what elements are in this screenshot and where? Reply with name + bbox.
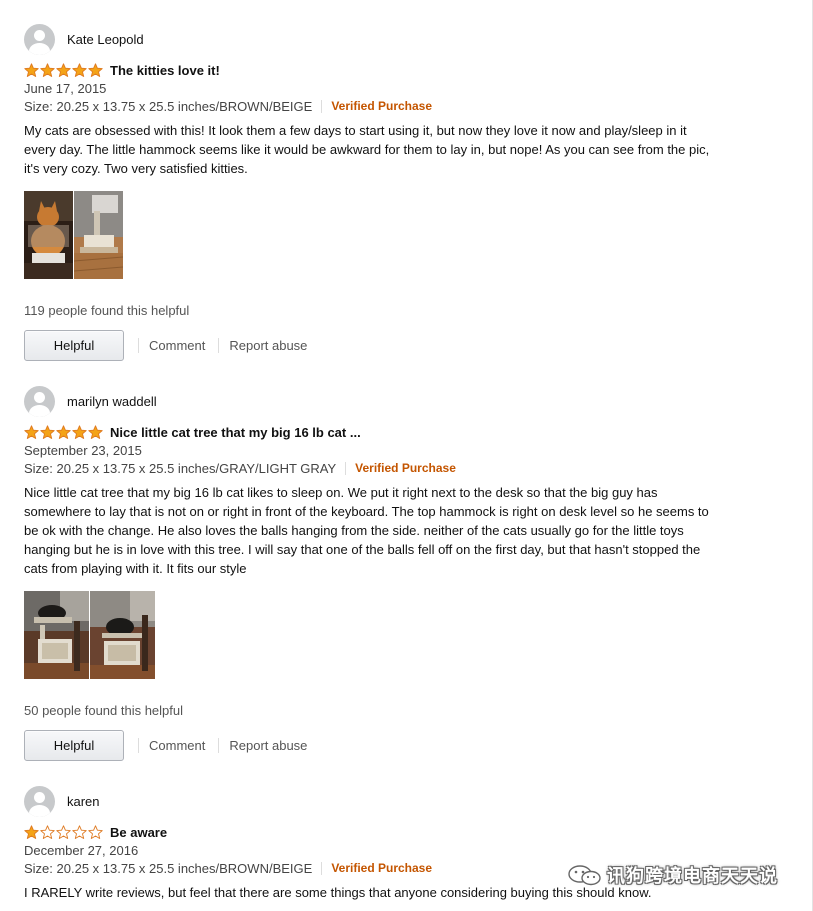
star-full-icon	[88, 62, 103, 78]
review-1: Kate Leopold The kitties love it! June 1…	[24, 23, 714, 361]
profile-name[interactable]: Kate Leopold	[67, 32, 144, 47]
review-photo-thumbnail[interactable]	[90, 591, 155, 679]
report-abuse-link[interactable]: Report abuse	[229, 738, 307, 753]
divider	[321, 862, 323, 875]
divider	[345, 462, 347, 475]
watermark-text: 讯狗跨境电商天天说	[607, 866, 778, 887]
star-rating	[24, 62, 103, 78]
star-empty-icon	[88, 824, 103, 840]
star-empty-icon	[72, 824, 87, 840]
star-empty-icon	[56, 824, 71, 840]
helpful-button[interactable]: Helpful	[24, 330, 124, 361]
star-full-icon	[40, 424, 55, 440]
comment-link[interactable]: Comment	[149, 338, 205, 353]
avatar-icon	[24, 785, 55, 817]
helpful-count: 50 people found this helpful	[24, 703, 184, 718]
review-title[interactable]: Nice little cat tree that my big 16 lb c…	[110, 425, 361, 440]
avatar-icon	[24, 23, 55, 55]
review-profile[interactable]: Kate Leopold	[24, 23, 714, 55]
helpful-count: 119 people found this helpful	[24, 303, 190, 318]
review-profile[interactable]: marilyn waddell	[24, 385, 714, 417]
verified-purchase-badge: Verified Purchase	[331, 99, 433, 113]
star-full-icon	[40, 62, 55, 78]
review-title[interactable]: Be aware	[110, 825, 167, 840]
wechat-icon	[566, 863, 606, 887]
star-empty-icon	[40, 824, 55, 840]
review-body: Nice little cat tree that my big 16 lb c…	[24, 485, 709, 576]
star-rating	[24, 824, 103, 840]
divider	[138, 338, 139, 353]
star-full-icon	[24, 424, 39, 440]
review-date: December 27, 2016	[24, 843, 139, 858]
star-full-icon	[56, 62, 71, 78]
star-full-icon	[72, 62, 87, 78]
review-photo-thumbnail[interactable]	[24, 591, 89, 679]
size-label[interactable]: Size: 20.25 x 13.75 x 25.5 inches/GRAY/L…	[24, 459, 336, 478]
report-abuse-link[interactable]: Report abuse	[229, 338, 307, 353]
verified-purchase-badge: Verified Purchase	[355, 461, 456, 475]
star-full-icon	[56, 424, 71, 440]
review-date: September 23, 2015	[24, 443, 142, 458]
review-date: June 17, 2015	[24, 81, 107, 96]
divider	[218, 338, 220, 353]
star-full-icon	[24, 824, 39, 840]
watermark: 讯狗跨境电商天天说	[566, 862, 778, 888]
avatar-icon	[24, 385, 55, 417]
review-photo-thumbnail[interactable]	[74, 191, 123, 279]
profile-name[interactable]: marilyn waddell	[67, 394, 157, 409]
divider	[218, 738, 220, 753]
divider	[321, 100, 323, 113]
review-profile[interactable]: karen	[24, 785, 714, 817]
divider	[138, 738, 139, 753]
profile-name[interactable]: karen	[67, 794, 100, 809]
review-photo-thumbnail[interactable]	[24, 191, 73, 279]
helpful-button[interactable]: Helpful	[24, 730, 124, 761]
star-full-icon	[88, 424, 103, 440]
comment-link[interactable]: Comment	[149, 738, 205, 753]
size-label[interactable]: Size: 20.25 x 13.75 x 25.5 inches/BROWN/…	[24, 97, 312, 116]
star-full-icon	[24, 62, 39, 78]
verified-purchase-badge: Verified Purchase	[331, 861, 433, 875]
star-full-icon	[72, 424, 87, 440]
star-rating	[24, 424, 103, 440]
size-label[interactable]: Size: 20.25 x 13.75 x 25.5 inches/BROWN/…	[24, 859, 312, 878]
review-title[interactable]: The kitties love it!	[110, 63, 220, 78]
review-2: marilyn waddell Nice little cat tree tha…	[24, 385, 714, 761]
review-body: My cats are obsessed with this! It look …	[24, 123, 710, 176]
